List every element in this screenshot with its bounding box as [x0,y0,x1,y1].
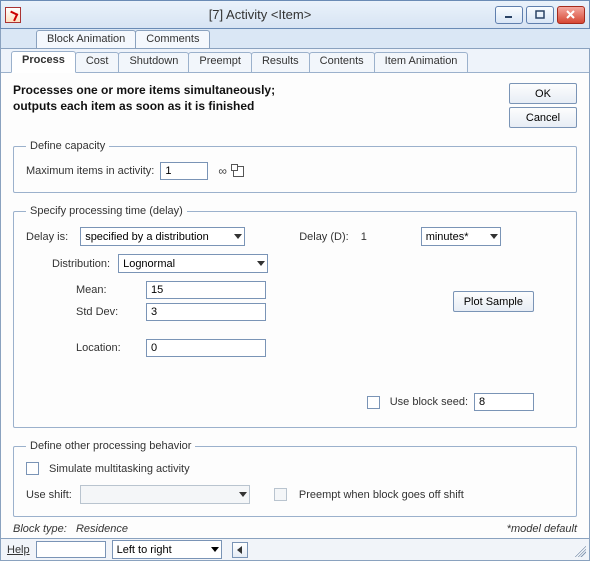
input-max-items[interactable] [160,162,208,180]
select-direction[interactable]: Left to right [112,540,222,559]
bottom-bar: Help Left to right [0,538,590,561]
label-mean: Mean: [76,284,140,296]
infinity-icon[interactable]: ∞ [218,164,227,178]
dialog-body: Process Cost Shutdown Preempt Results Co… [0,49,590,538]
label-preempt-off-shift: Preempt when block goes off shift [299,489,464,501]
label-max-items: Maximum items in activity: [26,165,154,177]
legend-define-capacity: Define capacity [26,140,109,152]
maximize-button[interactable] [526,6,554,24]
resize-grip[interactable] [572,543,586,557]
tab-results[interactable]: Results [251,52,310,72]
label-delay-d: Delay (D): [299,231,349,243]
cancel-button[interactable]: Cancel [509,107,577,128]
input-stddev[interactable] [146,303,266,321]
help-link[interactable]: Help [7,544,30,556]
panel-description: Processes one or more items simultaneous… [13,83,499,114]
value-block-type: Residence [76,523,128,535]
input-block-seed[interactable] [474,393,534,411]
minimize-button[interactable] [495,6,523,24]
tab-block-animation[interactable]: Block Animation [36,30,136,48]
label-location: Location: [76,342,140,354]
checkbox-preempt-off-shift [274,488,287,501]
select-use-shift [80,485,250,504]
tab-process[interactable]: Process [11,51,76,73]
process-panel: Processes one or more items simultaneous… [1,73,589,538]
scroll-left-button[interactable] [232,542,248,558]
select-distribution[interactable]: Lognormal [118,254,268,273]
outer-tabstrip: Block Animation Comments [0,29,590,49]
chevron-down-icon [257,261,265,266]
close-button[interactable] [557,6,585,24]
group-define-capacity: Define capacity Maximum items in activit… [13,140,577,193]
legend-processing-time: Specify processing time (delay) [26,205,187,217]
window-titlebar: [7] Activity <Item> [0,0,590,29]
select-delay-is[interactable]: specified by a distribution [80,227,245,246]
label-use-block-seed: Use block seed: [390,396,468,408]
app-icon [5,7,21,23]
chevron-left-icon [237,546,242,554]
group-processing-time: Specify processing time (delay) Delay is… [13,205,577,428]
help-input[interactable] [36,541,106,558]
tab-shutdown[interactable]: Shutdown [118,52,189,72]
inner-tabstrip: Process Cost Shutdown Preempt Results Co… [1,49,589,73]
label-delay-is: Delay is: [26,231,68,243]
chevron-down-icon [490,234,498,239]
label-stddev: Std Dev: [76,306,140,318]
checkbox-use-block-seed[interactable] [367,396,380,409]
plot-sample-button[interactable]: Plot Sample [453,291,534,312]
select-distribution-value: Lognormal [123,258,175,270]
ok-button[interactable]: OK [509,83,577,104]
select-direction-value: Left to right [117,544,172,556]
label-simulate-multitasking: Simulate multitasking activity [49,463,190,475]
select-delay-units-value: minutes* [426,231,469,243]
tab-cost[interactable]: Cost [75,52,120,72]
desc-line2: outputs each item as soon as it is finis… [13,99,254,113]
label-block-type: Block type: [13,523,67,535]
window-title: [7] Activity <Item> [25,7,495,22]
tab-comments[interactable]: Comments [135,30,210,48]
select-delay-is-value: specified by a distribution [85,231,209,243]
label-distribution: Distribution: [52,258,110,270]
label-model-default: *model default [507,523,577,535]
group-other-behavior: Define other processing behavior Simulat… [13,440,577,517]
chevron-down-icon [239,492,247,497]
select-delay-units[interactable]: minutes* [421,227,501,246]
legend-other-behavior: Define other processing behavior [26,440,195,452]
input-location[interactable] [146,339,266,357]
chevron-down-icon [211,547,219,552]
chevron-down-icon [234,234,242,239]
tab-contents[interactable]: Contents [309,52,375,72]
link-icon[interactable] [233,166,244,177]
label-use-shift: Use shift: [26,489,72,501]
tab-item-animation[interactable]: Item Animation [374,52,469,72]
desc-line1: Processes one or more items simultaneous… [13,83,275,97]
checkbox-simulate-multitasking[interactable] [26,462,39,475]
tab-preempt[interactable]: Preempt [188,52,252,72]
input-mean[interactable] [146,281,266,299]
value-delay-d: 1 [361,231,409,243]
